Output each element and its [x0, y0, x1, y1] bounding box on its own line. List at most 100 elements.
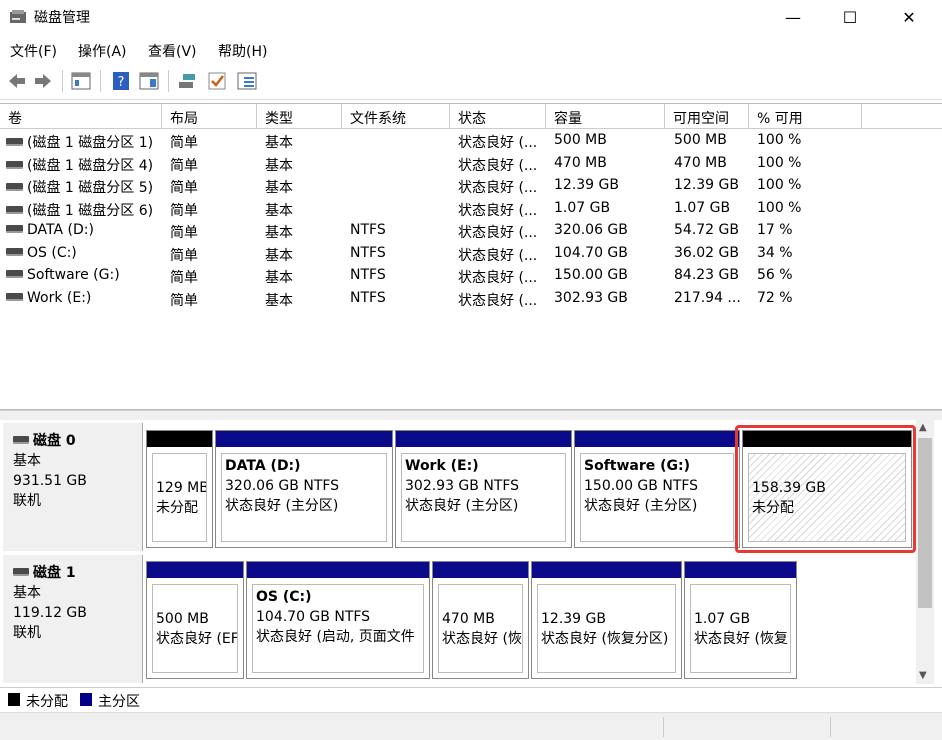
table-cell: 100 % [757, 177, 802, 193]
primary-bar [433, 562, 528, 578]
disk-0-partition-data-d[interactable]: DATA (D:) 320.06 GB NTFS 状态良好 (主分区) [215, 430, 393, 548]
table-row[interactable]: (磁盘 1 磁盘分区 6) 简单 基本 状态良好 (... 1.07 GB 1.07 GB… [0, 198, 942, 220]
table-row[interactable]: Software (G:) 简单 基本 NTFS 状态良好 (... 150.00 GB 8… [0, 265, 942, 287]
volume-name-cell: (磁盘 1 磁盘分区 4) [6, 155, 162, 175]
volume-name: (磁盘 1 磁盘分区 6) [27, 202, 154, 219]
column-free-space[interactable]: 可用空间 [665, 104, 749, 129]
disk-0-partition-unallocated-2[interactable]: 158.39 GB 未分配 [742, 430, 912, 548]
table-cell: 状态良好 (... [458, 292, 538, 309]
table-cell: 基本 [265, 292, 293, 309]
table-cell: 100 % [757, 154, 802, 171]
disk-1-partition-recovery-4[interactable]: 470 MB 状态良好 (恢 [432, 561, 529, 679]
disk-drive-icon [13, 568, 29, 576]
partition-status: 状态良好 (主分区) [584, 498, 698, 514]
help-icon[interactable]: ? [110, 70, 132, 92]
table-cell: NTFS [350, 289, 386, 306]
back-icon[interactable] [6, 70, 28, 92]
column-capacity[interactable]: 容量 [546, 104, 665, 129]
volume-name-cell: Work (E:) [6, 290, 162, 306]
volume-name: (磁盘 1 磁盘分区 1) [27, 135, 154, 151]
disk-1-name: 磁盘 1 [33, 565, 76, 581]
maximize-icon: ☐ [842, 7, 858, 27]
table-cell: 简单 [170, 292, 198, 309]
partition-status: 状态良好 (启动, 页面文件 [256, 629, 415, 645]
table-cell: 基本 [265, 247, 293, 264]
volume-name: (磁盘 1 磁盘分区 5) [27, 180, 154, 196]
volume-name: (磁盘 1 磁盘分区 4) [27, 157, 154, 174]
partition-name: OS (C:) [256, 589, 312, 605]
primary-bar [216, 431, 392, 447]
disk-map-scrollbar[interactable]: ▲ ▼ [916, 420, 934, 684]
volume-name: OS (C:) [27, 244, 77, 261]
disk-0-partition-unallocated-1[interactable]: 129 MB 未分配 [146, 430, 213, 548]
scroll-up-icon[interactable]: ▲ [919, 422, 927, 433]
properties-icon[interactable] [138, 70, 160, 92]
table-cell: 100 % [757, 199, 802, 216]
partition-status: 状态良好 (恢复 [694, 631, 788, 647]
partition-details: 1.07 GB 状态良好 (恢复 [690, 584, 791, 673]
disk-1-partition-efi[interactable]: 500 MB 状态良好 (EFI [146, 561, 244, 679]
scrollbar-thumb[interactable] [918, 438, 932, 608]
details-icon[interactable] [236, 70, 258, 92]
table-row[interactable]: OS (C:) 简单 基本 NTFS 状态良好 (... 104.70 GB 36.02 G… [0, 243, 942, 265]
disk-1-partition-os-c[interactable]: OS (C:) 104.70 GB NTFS 状态良好 (启动, 页面文件 [246, 561, 430, 679]
disk-0-label[interactable]: 磁盘 0 基本 931.51 GB 联机 [3, 423, 143, 551]
table-row[interactable]: (磁盘 1 磁盘分区 1) 简单 基本 状态良好 (... 500 MB 500 MB 10… [0, 130, 942, 152]
disk-1-partition-recovery-5[interactable]: 12.39 GB 状态良好 (恢复分区) [531, 561, 682, 679]
table-row[interactable]: (磁盘 1 磁盘分区 4) 简单 基本 状态良好 (... 470 MB 470 MB 10… [0, 153, 942, 175]
connect-icon[interactable] [176, 70, 198, 92]
pane-splitter[interactable] [0, 410, 942, 420]
close-icon: ✕ [902, 7, 916, 27]
disk-1-partition-recovery-6[interactable]: 1.07 GB 状态良好 (恢复 [684, 561, 797, 679]
disk-0-partition-work-e[interactable]: Work (E:) 302.93 GB NTFS 状态良好 (主分区) [395, 430, 572, 548]
table-cell: 36.02 GB [674, 244, 739, 261]
table-row[interactable]: Work (E:) 简单 基本 NTFS 状态良好 (... 302.93 GB 217.9… [0, 288, 942, 310]
disk-1-label[interactable]: 磁盘 1 基本 119.12 GB 联机 [3, 555, 143, 683]
primary-bar [147, 562, 243, 578]
partition-details: 129 MB 未分配 [152, 453, 207, 542]
table-cell: 基本 [265, 225, 293, 241]
column-percent-free[interactable]: % 可用 [749, 104, 862, 129]
volume-list: 卷 布局 类型 文件系统 状态 容量 可用空间 % 可用 (磁盘 1 磁盘分区 … [0, 103, 942, 410]
column-volume[interactable]: 卷 [0, 104, 162, 129]
minimize-icon: — [785, 7, 801, 27]
column-filesystem[interactable]: 文件系统 [342, 104, 450, 129]
table-cell: 54.72 GB [674, 222, 739, 238]
volume-list-header: 卷 布局 类型 文件系统 状态 容量 可用空间 % 可用 [0, 104, 942, 129]
maximize-button[interactable]: ☐ [827, 0, 873, 34]
scroll-down-icon[interactable]: ▼ [919, 670, 927, 681]
table-cell: 简单 [170, 157, 198, 174]
check-icon[interactable] [206, 70, 228, 92]
partition-status: 未分配 [752, 500, 794, 516]
table-row[interactable]: (磁盘 1 磁盘分区 5) 简单 基本 状态良好 (... 12.39 GB 12.39 … [0, 175, 942, 197]
partition-size: 104.70 GB NTFS [256, 609, 371, 625]
menu-action[interactable]: 操作(A) [78, 41, 127, 61]
partition-size: 302.93 GB NTFS [405, 478, 520, 494]
legend-unallocated-swatch [8, 693, 20, 706]
disk-0-name-row: 磁盘 0 [13, 431, 142, 451]
status-separator [663, 717, 664, 737]
toolbar-separator [168, 70, 169, 92]
table-cell: 12.39 GB [674, 177, 739, 193]
unallocated-bar [743, 431, 911, 447]
view-list-icon[interactable] [70, 70, 92, 92]
volume-drive-icon [6, 138, 23, 146]
menu-help[interactable]: 帮助(H) [218, 41, 267, 61]
minimize-button[interactable]: — [770, 0, 816, 34]
close-button[interactable]: ✕ [886, 0, 932, 34]
table-row[interactable]: DATA (D:) 简单 基本 NTFS 状态良好 (... 320.06 GB 54.72… [0, 220, 942, 242]
menu-view[interactable]: 查看(V) [148, 41, 197, 61]
table-cell: NTFS [350, 222, 386, 238]
menu-file[interactable]: 文件(F) [10, 41, 57, 61]
partition-size: 12.39 GB [541, 611, 606, 627]
disk-0-partition-software-g[interactable]: Software (G:) 150.00 GB NTFS 状态良好 (主分区) [574, 430, 740, 548]
primary-bar [247, 562, 429, 578]
column-type[interactable]: 类型 [257, 104, 342, 129]
table-cell: 217.94 ... [674, 289, 741, 306]
column-layout[interactable]: 布局 [162, 104, 257, 129]
table-cell: 320.06 GB [554, 222, 628, 238]
volume-name: Software (G:) [27, 267, 120, 283]
forward-icon[interactable] [32, 70, 54, 92]
table-cell: 1.07 GB [674, 199, 731, 216]
column-status[interactable]: 状态 [450, 104, 546, 129]
